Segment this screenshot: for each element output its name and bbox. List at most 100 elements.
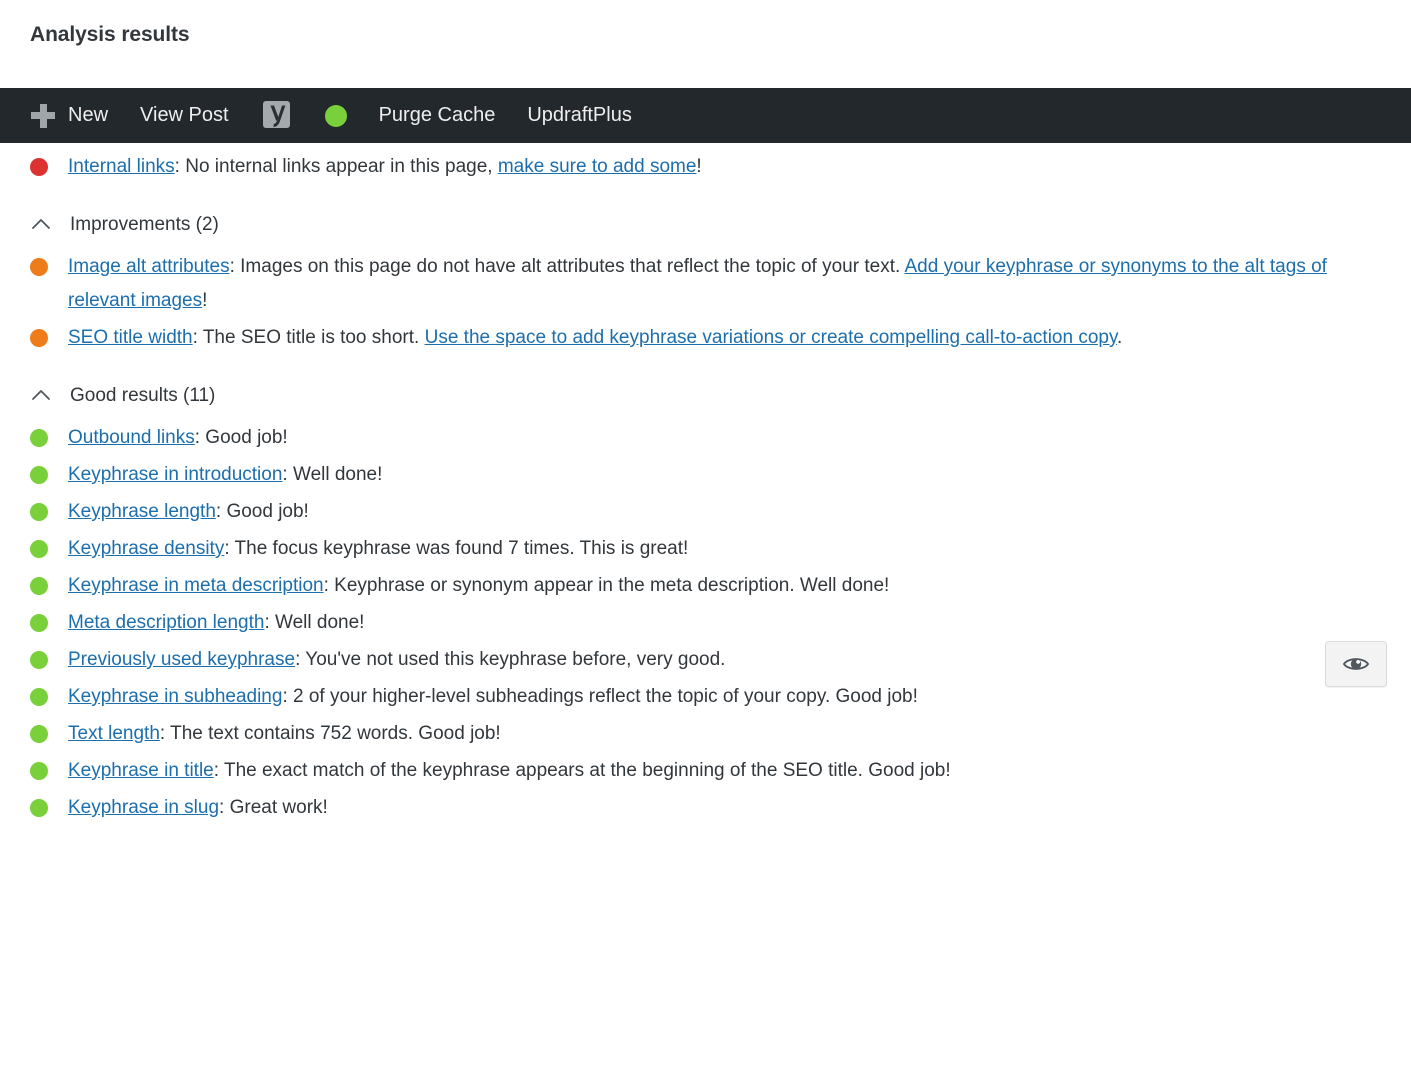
status-bullet-good — [30, 577, 48, 595]
result-text: Outbound links: Good job! — [68, 421, 1381, 455]
result-body-text: : Great work! — [219, 797, 328, 818]
result-row: Keyphrase density: The focus keyphrase w… — [0, 532, 1411, 566]
result-tail-text: ! — [202, 290, 208, 311]
result-assessment-link[interactable]: Image alt attributes — [68, 256, 230, 277]
result-action-link[interactable]: Use the space to add keyphrase variation… — [425, 327, 1117, 348]
admin-bar-item-view-post-label: View Post — [140, 104, 229, 126]
result-row: Keyphrase in title: The exact match of t… — [0, 754, 1411, 788]
preview-eye-button[interactable] — [1325, 641, 1387, 687]
status-bullet-ok — [30, 329, 48, 347]
status-bullet-good — [30, 688, 48, 706]
result-body-text: : 2 of your higher-level subheadings ref… — [282, 686, 918, 707]
result-body-text: : Well done! — [282, 464, 383, 485]
result-body-text: : The focus keyphrase was found 7 times.… — [224, 538, 689, 559]
status-bullet-ok — [30, 258, 48, 276]
plus-icon — [30, 103, 56, 129]
section-header-good-results[interactable]: Good results (11) — [0, 381, 1411, 411]
admin-bar-item-purge-cache[interactable]: Purge Cache — [363, 88, 512, 143]
section-title: Good results (11) — [70, 385, 216, 406]
result-assessment-link[interactable]: Keyphrase density — [68, 538, 224, 559]
good-results-rows: Outbound links: Good job! Keyphrase in in… — [0, 421, 1411, 825]
result-text: SEO title width: The SEO title is too sh… — [68, 321, 1381, 355]
section-header-improvements[interactable]: Improvements (2) — [0, 210, 1411, 240]
result-row: Previously used keyphrase: You've not us… — [0, 643, 1411, 677]
result-assessment-link[interactable]: SEO title width — [68, 327, 193, 348]
result-row: Image alt attributes: Images on this pag… — [0, 250, 1411, 318]
result-assessment-link[interactable]: Keyphrase in slug — [68, 797, 219, 818]
chevron-up-icon — [30, 214, 52, 236]
result-row: Outbound links: Good job! — [0, 421, 1411, 455]
result-row: Text length: The text contains 752 words… — [0, 717, 1411, 751]
admin-bar-item-new[interactable]: New — [0, 88, 124, 143]
result-body-text: : The text contains 752 words. Good job! — [159, 723, 501, 744]
result-body-text: : The SEO title is too short. — [192, 327, 425, 348]
result-text: Keyphrase in introduction: Well done! — [68, 458, 1381, 492]
result-body-text: : The exact match of the keyphrase appea… — [213, 760, 951, 781]
status-bullet-good — [30, 651, 48, 669]
result-text: Text length: The text contains 752 words… — [68, 717, 1381, 751]
status-bullet-bad — [30, 158, 48, 176]
admin-bar-item-seo-score[interactable] — [309, 88, 363, 143]
yoast-logo-icon — [261, 100, 293, 132]
result-assessment-link[interactable]: Keyphrase in meta description — [68, 575, 324, 596]
status-bullet-good — [30, 762, 48, 780]
result-tail-text: . — [1117, 327, 1123, 348]
result-text: Image alt attributes: Images on this pag… — [68, 250, 1381, 318]
result-text: Previously used keyphrase: You've not us… — [68, 643, 1381, 677]
result-body-text: : Good job! — [215, 501, 309, 522]
status-bullet-good — [30, 429, 48, 447]
result-text: Keyphrase in subheading: 2 of your highe… — [68, 680, 1381, 714]
result-row: Keyphrase in subheading: 2 of your highe… — [0, 680, 1411, 714]
result-action-link[interactable]: make sure to add some — [498, 156, 697, 177]
result-assessment-link[interactable]: Internal links — [68, 156, 175, 177]
result-body-text: : Images on this page do not have alt at… — [229, 256, 905, 277]
result-body-text: : Well done! — [264, 612, 365, 633]
status-bullet-good — [30, 799, 48, 817]
result-row: SEO title width: The SEO title is too sh… — [0, 321, 1411, 355]
result-row: Keyphrase in meta description: Keyphrase… — [0, 569, 1411, 603]
result-assessment-link[interactable]: Outbound links — [68, 427, 195, 448]
status-bullet-good — [30, 540, 48, 558]
page-title: Analysis results — [30, 23, 190, 46]
result-body-text: : No internal links appear in this page, — [174, 156, 498, 177]
result-row: Keyphrase in slug: Great work! — [0, 791, 1411, 825]
green-dot-icon — [324, 104, 347, 127]
eye-icon — [1342, 658, 1370, 670]
result-assessment-link[interactable]: Meta description length — [68, 612, 264, 633]
admin-bar-item-view-post[interactable]: View Post — [124, 88, 245, 143]
admin-bar-item-new-label: New — [68, 104, 109, 126]
chevron-up-icon — [30, 385, 52, 407]
result-assessment-link[interactable]: Keyphrase in introduction — [68, 464, 282, 485]
status-bullet-good — [30, 614, 48, 632]
result-assessment-link[interactable]: Keyphrase in subheading — [68, 686, 282, 707]
result-assessment-link[interactable]: Keyphrase length — [68, 501, 216, 522]
result-assessment-link[interactable]: Keyphrase in title — [68, 760, 214, 781]
result-text: Keyphrase in meta description: Keyphrase… — [68, 569, 1381, 603]
status-bullet-good — [30, 725, 48, 743]
result-body-text: : You've not used this keyphrase before,… — [295, 649, 726, 670]
result-row: Keyphrase length: Good job! — [0, 495, 1411, 529]
status-bullet-good — [30, 503, 48, 521]
result-row: Meta description length: Well done! — [0, 606, 1411, 640]
admin-bar-item-yoast-seo[interactable] — [245, 88, 309, 143]
analysis-results-list: Internal links: No internal links appear… — [0, 143, 1411, 825]
admin-bar-item-updraftplus[interactable]: UpdraftPlus — [511, 88, 648, 143]
result-row: Keyphrase in introduction: Well done! — [0, 458, 1411, 492]
result-text: Keyphrase in title: The exact match of t… — [68, 754, 1381, 788]
admin-bar-item-updraftplus-label: UpdraftPlus — [527, 104, 632, 126]
result-row: Internal links: No internal links appear… — [0, 150, 1411, 184]
result-text: Keyphrase length: Good job! — [68, 495, 1381, 529]
result-text: Meta description length: Well done! — [68, 606, 1381, 640]
result-text: Internal links: No internal links appear… — [68, 150, 1381, 184]
result-text: Keyphrase in slug: Great work! — [68, 791, 1381, 825]
section-title: Improvements (2) — [70, 214, 219, 235]
result-body-text: : Good job! — [194, 427, 288, 448]
result-body-text: : Keyphrase or synonym appear in the met… — [323, 575, 890, 596]
result-text: Keyphrase density: The focus keyphrase w… — [68, 532, 1381, 566]
status-bullet-good — [30, 466, 48, 484]
admin-bar-item-purge-cache-label: Purge Cache — [378, 104, 496, 126]
result-assessment-link[interactable]: Text length — [68, 723, 160, 744]
result-assessment-link[interactable]: Previously used keyphrase — [68, 649, 295, 670]
wp-admin-bar: New View Post Purge Cache UpdraftPlus — [0, 88, 1411, 143]
result-tail-text: ! — [696, 156, 702, 177]
